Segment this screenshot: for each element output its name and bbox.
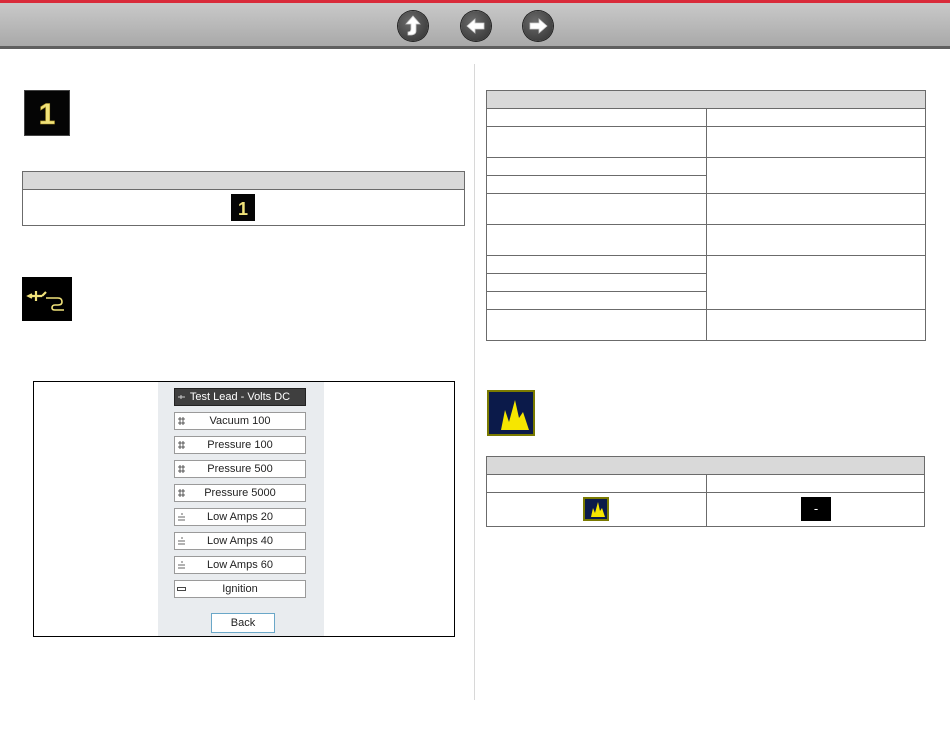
pressure-gauge-icon	[178, 489, 185, 497]
menu-item-test-lead-volts-dc[interactable]: Test Lead - Volts DC	[174, 388, 306, 406]
table-header-row	[487, 91, 925, 108]
menu-item-low-amps-20[interactable]: Low Amps 20	[174, 508, 306, 526]
right-arrow-icon[interactable]	[523, 11, 553, 41]
menu-item-label: Vacuum 100	[209, 415, 271, 427]
waveform-peak-icon	[487, 390, 535, 436]
menu-item-ignition[interactable]: Ignition	[174, 580, 306, 598]
test-lead-icon	[178, 395, 185, 399]
top-toolbar	[0, 0, 950, 49]
table-row: 1	[23, 190, 464, 226]
table-cell	[487, 493, 706, 526]
home-up-arrow-icon[interactable]	[398, 11, 428, 41]
menu-item-pressure-5000[interactable]: Pressure 5000	[174, 484, 306, 502]
menu-item-label: Pressure 500	[207, 463, 273, 475]
menu-item-label: Pressure 100	[207, 439, 273, 451]
table-cell: -	[707, 493, 924, 526]
minus-icon: -	[801, 497, 831, 521]
digit-one-icon: 1	[231, 194, 255, 221]
menu-item-label: Low Amps 60	[206, 559, 274, 571]
menu-item-vacuum-100[interactable]: Vacuum 100	[174, 412, 306, 430]
menu-item-label: Low Amps 40	[206, 535, 274, 547]
table-header-row	[487, 457, 924, 474]
menu-item-label: Ignition	[222, 583, 258, 595]
menu-item-low-amps-40[interactable]: Low Amps 40	[174, 532, 306, 550]
svg-text:1: 1	[238, 199, 248, 219]
amp-probe-icon	[178, 537, 185, 545]
right-bottom-table: -	[486, 456, 925, 527]
menu-item-low-amps-60[interactable]: Low Amps 60	[174, 556, 306, 574]
column-divider	[474, 64, 475, 700]
digit-one-icon: 1	[24, 90, 70, 136]
left-arrow-icon[interactable]	[461, 11, 491, 41]
right-info-table	[486, 90, 926, 341]
table-header-row	[23, 172, 464, 190]
svg-text:1: 1	[39, 98, 56, 131]
pressure-gauge-icon	[178, 441, 185, 449]
test-lead-icon	[22, 277, 72, 321]
amp-probe-icon	[178, 561, 185, 569]
left-info-table: 1	[22, 171, 465, 226]
menu-item-label: Pressure 5000	[204, 487, 276, 499]
pressure-gauge-icon	[178, 465, 185, 473]
ignition-probe-icon	[177, 587, 186, 591]
menu-item-pressure-100[interactable]: Pressure 100	[174, 436, 306, 454]
vacuum-gauge-icon	[178, 417, 185, 425]
waveform-peak-icon	[583, 497, 609, 521]
amp-probe-icon	[178, 513, 185, 521]
sensor-menu-screenshot: Test Lead - Volts DC Vacuum 100 Pressure…	[33, 381, 455, 637]
menu-item-label: Low Amps 20	[206, 511, 274, 523]
menu-item-pressure-500[interactable]: Pressure 500	[174, 460, 306, 478]
back-button[interactable]: Back	[211, 613, 275, 633]
menu-item-label: Test Lead - Volts DC	[189, 391, 291, 403]
